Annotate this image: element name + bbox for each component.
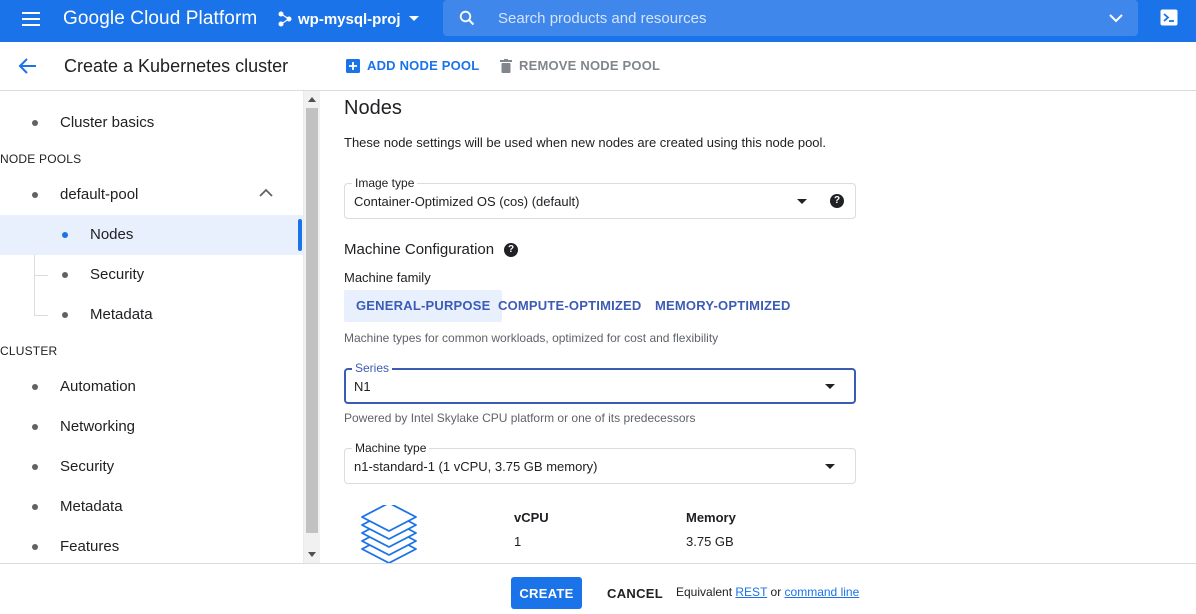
sidebar-nav: Cluster basics NODE POOLS default-pool N… — [0, 91, 303, 563]
bullet-icon — [62, 312, 68, 318]
dropdown-arrow-icon — [825, 384, 835, 389]
footer-actions: CREATE CANCEL Equivalent REST or command… — [0, 563, 1196, 614]
section-title: Nodes — [344, 97, 402, 119]
chevron-down-icon[interactable] — [1108, 12, 1124, 24]
project-icon — [278, 11, 292, 27]
chevron-up-icon[interactable] — [258, 185, 274, 201]
sidebar-item-label: Features — [60, 538, 120, 555]
search-icon — [459, 10, 475, 26]
sidebar-item-label: Security — [90, 266, 145, 283]
machine-type-select[interactable]: Machine type n1-standard-1 (1 vCPU, 3.75… — [344, 441, 856, 484]
bullet-icon — [32, 464, 38, 470]
machine-type-label: Machine type — [352, 441, 430, 455]
bullet-icon — [32, 192, 38, 198]
dropdown-arrow-icon — [825, 464, 835, 469]
image-type-value: Container-Optimized OS (cos) (default) — [354, 194, 580, 209]
sidebar-item-automation[interactable]: Automation — [0, 367, 303, 407]
command-line-link[interactable]: command line — [785, 585, 860, 599]
machine-stack-icon — [361, 505, 417, 563]
sidebar-item-label: Security — [60, 458, 115, 475]
image-type-select[interactable]: Image type Container-Optimized OS (cos) … — [344, 176, 856, 219]
main-content: Nodes These node settings will be used w… — [320, 91, 1196, 563]
brand-title[interactable]: Google Cloud Platform — [63, 8, 257, 30]
sidebar-item-label: Cluster basics — [60, 114, 155, 131]
bullet-icon — [62, 272, 68, 278]
search-input[interactable] — [498, 8, 1058, 28]
series-label: Series — [352, 361, 393, 375]
page-title: Create a Kubernetes cluster — [64, 56, 289, 76]
remove-node-pool-button[interactable]: REMOVE NODE POOL — [500, 58, 660, 73]
sidebar-item-default-pool[interactable]: default-pool — [0, 175, 303, 215]
help-icon[interactable]: ? — [830, 194, 844, 208]
cloud-shell-icon[interactable] — [1160, 9, 1178, 26]
series-value: N1 — [354, 379, 371, 394]
series-select[interactable]: Series N1 — [344, 361, 856, 404]
help-icon[interactable]: ? — [504, 243, 518, 257]
scrollbar-thumb[interactable] — [306, 108, 318, 533]
section-header-cluster: CLUSTER — [0, 344, 58, 358]
machine-config-label: Machine Configuration — [344, 241, 495, 258]
sidebar-scrollbar[interactable] — [303, 91, 320, 563]
machine-type-value: n1-standard-1 (1 vCPU, 3.75 GB memory) — [354, 459, 598, 474]
section-header-node-pools: NODE POOLS — [0, 152, 82, 166]
page-header: Create a Kubernetes cluster ADD NODE POO… — [0, 42, 1196, 91]
cancel-button[interactable]: CANCEL — [598, 577, 672, 609]
vcpu-header: vCPU — [514, 510, 549, 525]
sidebar-item-cluster-basics[interactable]: Cluster basics — [0, 103, 303, 143]
sidebar-item-nodes[interactable]: Nodes — [0, 215, 303, 255]
machine-family-label: Machine family — [344, 270, 431, 285]
top-bar: Google Cloud Platform wp-mysql-proj — [0, 0, 1196, 42]
sidebar-item-pool-metadata[interactable]: Metadata — [0, 295, 303, 335]
tab-memory-optimized[interactable]: MEMORY-OPTIMIZED — [643, 290, 803, 322]
hamburger-menu-icon[interactable] — [20, 10, 42, 30]
sidebar-item-label: Automation — [60, 378, 136, 395]
bullet-icon — [62, 232, 68, 238]
memory-header: Memory — [686, 510, 736, 525]
search-box[interactable] — [443, 0, 1138, 36]
equivalent-label: Equivalent — [676, 585, 733, 599]
add-node-pool-button[interactable]: ADD NODE POOL — [346, 58, 479, 73]
bullet-icon — [32, 424, 38, 430]
sidebar-item-networking[interactable]: Networking — [0, 407, 303, 447]
sidebar-item-cluster-security[interactable]: Security — [0, 447, 303, 487]
trash-icon — [500, 58, 512, 73]
equivalent-links: Equivalent REST or command line — [676, 585, 859, 599]
bullet-icon — [32, 544, 38, 550]
sidebar-item-features[interactable]: Features — [0, 527, 303, 563]
create-button[interactable]: CREATE — [511, 577, 582, 609]
add-box-icon — [346, 58, 360, 73]
sidebar-item-label: Metadata — [90, 306, 153, 323]
add-node-pool-label: ADD NODE POOL — [367, 58, 480, 73]
section-description: These node settings will be used when ne… — [344, 135, 827, 150]
bullet-icon — [32, 504, 38, 510]
sidebar-item-label: default-pool — [60, 186, 139, 203]
project-selector[interactable]: wp-mysql-proj — [278, 8, 421, 30]
memory-value: 3.75 GB — [686, 534, 734, 549]
vcpu-value: 1 — [514, 534, 522, 549]
machine-config-title: Machine Configuration — [344, 241, 494, 258]
rest-link[interactable]: REST — [735, 585, 767, 599]
image-type-label: Image type — [352, 176, 418, 190]
sidebar-item-label: Metadata — [60, 498, 123, 515]
selection-indicator — [298, 219, 302, 251]
tab-compute-optimized[interactable]: COMPUTE-OPTIMIZED — [486, 290, 654, 322]
family-hint: Machine types for common workloads, opti… — [344, 331, 719, 345]
bullet-icon — [32, 384, 38, 390]
bullet-icon — [32, 120, 38, 126]
sidebar-item-label: Networking — [60, 418, 136, 435]
scroll-up-arrow-icon[interactable] — [308, 97, 316, 102]
tab-general-purpose[interactable]: GENERAL-PURPOSE — [344, 290, 503, 322]
back-arrow-icon[interactable] — [18, 56, 38, 76]
sidebar-item-cluster-metadata[interactable]: Metadata — [0, 487, 303, 527]
sidebar-item-label: Nodes — [90, 226, 134, 243]
scroll-down-arrow-icon[interactable] — [308, 552, 316, 557]
dropdown-arrow-icon — [797, 199, 807, 204]
sidebar-item-pool-security[interactable]: Security — [0, 255, 303, 295]
series-hint: Powered by Intel Skylake CPU platform or… — [344, 411, 696, 425]
project-name: wp-mysql-proj — [298, 10, 401, 28]
remove-node-pool-label: REMOVE NODE POOL — [519, 58, 661, 73]
or-label: or — [770, 585, 782, 599]
caret-down-icon — [408, 16, 419, 21]
